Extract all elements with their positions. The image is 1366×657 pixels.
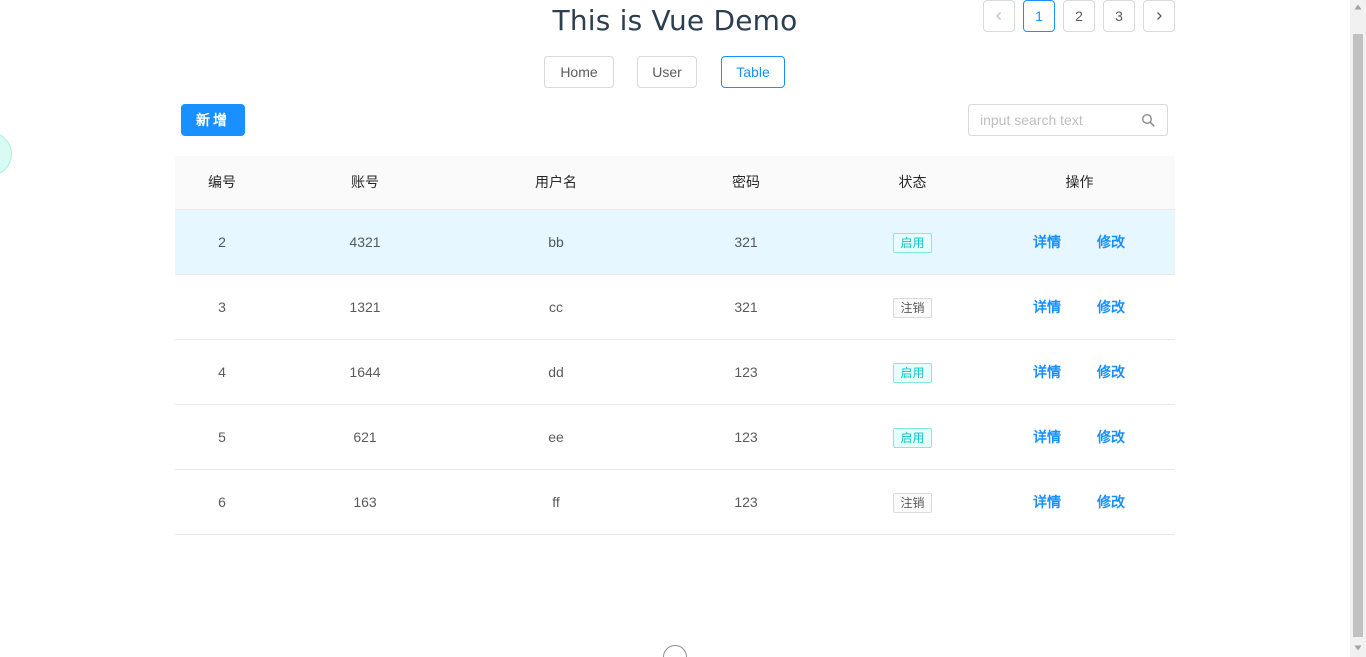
cell-account: 621 bbox=[353, 429, 377, 445]
table-row[interactable]: 4 1644 dd 123 启用 详情 修改 bbox=[175, 340, 1175, 405]
cell-account: 4321 bbox=[349, 234, 381, 250]
column-header-id: 编号 bbox=[208, 174, 236, 190]
cell-username: dd bbox=[548, 364, 564, 380]
table-row[interactable]: 3 1321 cc 321 注销 详情 修改 bbox=[175, 275, 1175, 340]
status-badge: 注销 bbox=[893, 298, 932, 319]
cell-status: 注销 bbox=[841, 470, 984, 534]
column-header-account: 账号 bbox=[351, 174, 379, 190]
detail-link[interactable]: 详情 bbox=[1033, 210, 1061, 274]
table-row[interactable]: 5 621 ee 123 启用 详情 修改 bbox=[175, 405, 1175, 470]
table-row[interactable]: 2 4321 bb 321 启用 详情 修改 bbox=[175, 210, 1175, 275]
status-badge: 启用 bbox=[893, 233, 932, 254]
cell-id: 6 bbox=[218, 494, 226, 510]
cell-password: 123 bbox=[734, 494, 758, 510]
cell-id: 4 bbox=[218, 364, 226, 380]
cell-account: 1321 bbox=[349, 299, 381, 315]
edit-link[interactable]: 修改 bbox=[1097, 470, 1125, 534]
edit-link[interactable]: 修改 bbox=[1097, 210, 1125, 274]
vertical-scrollbar[interactable] bbox=[1350, 0, 1366, 657]
cell-username: ff bbox=[552, 494, 560, 510]
nav-user-button[interactable]: User bbox=[637, 56, 697, 88]
nav-home-button[interactable]: Home bbox=[544, 56, 614, 88]
page-2-button[interactable]: 2 bbox=[1063, 0, 1095, 32]
cell-username: bb bbox=[548, 234, 564, 250]
column-header-actions: 操作 bbox=[1065, 174, 1094, 190]
edit-link[interactable]: 修改 bbox=[1097, 405, 1125, 469]
search-box bbox=[968, 104, 1168, 136]
page-1-button[interactable]: 1 bbox=[1023, 0, 1055, 32]
add-button[interactable]: 新增 bbox=[181, 104, 245, 136]
cell-status: 启用 bbox=[841, 340, 984, 404]
cell-password: 123 bbox=[734, 429, 758, 445]
table-header: 编号 账号 用户名 密码 状态 操作 bbox=[175, 156, 1175, 210]
edit-link[interactable]: 修改 bbox=[1097, 340, 1125, 404]
search-icon[interactable] bbox=[1141, 113, 1155, 127]
status-badge: 注销 bbox=[893, 493, 932, 514]
scrollbar-thumb[interactable] bbox=[1353, 34, 1363, 637]
cell-account: 1644 bbox=[349, 364, 381, 380]
cell-id: 5 bbox=[218, 429, 226, 445]
user-table: 编号 账号 用户名 密码 状态 操作 2 4321 bb 321 启用 详情 修… bbox=[175, 156, 1175, 535]
cell-status: 启用 bbox=[841, 405, 984, 469]
scroll-down-arrow-icon[interactable] bbox=[1354, 645, 1362, 651]
top-nav: Home User Table bbox=[0, 56, 1350, 88]
nav-table-button[interactable]: Table bbox=[721, 56, 785, 88]
detail-link[interactable]: 详情 bbox=[1033, 340, 1061, 404]
detail-link[interactable]: 详情 bbox=[1033, 405, 1061, 469]
status-badge: 启用 bbox=[893, 363, 932, 384]
column-header-password: 密码 bbox=[732, 174, 760, 190]
detail-link[interactable]: 详情 bbox=[1033, 275, 1061, 339]
cell-id: 3 bbox=[218, 299, 226, 315]
cell-status: 注销 bbox=[841, 275, 984, 339]
page: This is Vue Demo Home User Table 新增 编号 账… bbox=[0, 0, 1366, 657]
bottom-circle-icon[interactable] bbox=[663, 645, 687, 657]
cell-username: ee bbox=[548, 429, 564, 445]
cell-password: 123 bbox=[734, 364, 758, 380]
chevron-right-icon bbox=[1157, 12, 1162, 20]
cell-username: cc bbox=[549, 299, 563, 315]
prev-page-button[interactable] bbox=[983, 0, 1015, 32]
edit-link[interactable]: 修改 bbox=[1097, 275, 1125, 339]
cell-password: 321 bbox=[734, 299, 758, 315]
chevron-left-icon bbox=[996, 12, 1001, 20]
floating-widget[interactable] bbox=[0, 132, 12, 176]
next-page-button[interactable] bbox=[1143, 0, 1175, 32]
column-header-status: 状态 bbox=[898, 174, 927, 190]
cell-status: 启用 bbox=[841, 210, 984, 274]
detail-link[interactable]: 详情 bbox=[1033, 470, 1061, 534]
cell-password: 321 bbox=[734, 234, 758, 250]
page-3-button[interactable]: 3 bbox=[1103, 0, 1135, 32]
column-header-username: 用户名 bbox=[535, 174, 577, 190]
search-input[interactable] bbox=[969, 105, 1140, 135]
status-badge: 启用 bbox=[893, 428, 932, 449]
table-row[interactable]: 6 163 ff 123 注销 详情 修改 bbox=[175, 470, 1175, 535]
cell-id: 2 bbox=[218, 234, 226, 250]
scroll-up-arrow-icon[interactable] bbox=[1354, 4, 1362, 10]
cell-account: 163 bbox=[353, 494, 377, 510]
